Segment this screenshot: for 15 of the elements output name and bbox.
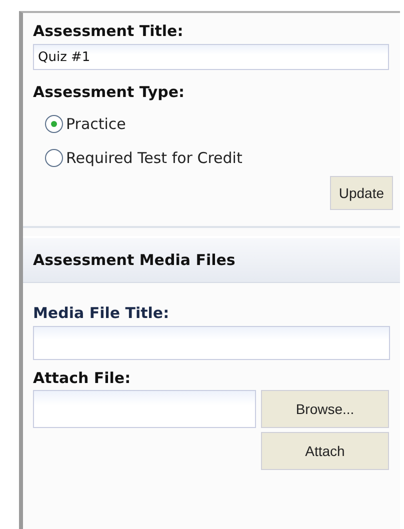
radio-button[interactable] <box>45 149 63 167</box>
title-field[interactable]: Quiz #1 <box>33 44 389 70</box>
file-path-field[interactable] <box>33 390 256 428</box>
radio-button[interactable] <box>45 115 63 133</box>
field-label: Attach File: <box>33 368 132 388</box>
field-label: Assessment Type: <box>33 82 186 102</box>
section-header: Assessment Media Files <box>23 236 400 283</box>
media-title-field[interactable] <box>33 326 390 360</box>
radio-label: Practice <box>66 115 126 133</box>
browse-button[interactable]: Browse... <box>261 390 389 428</box>
attach-button[interactable]: Attach <box>261 432 389 470</box>
update-button[interactable]: Update <box>330 176 393 210</box>
radio-label: Required Test for Credit <box>66 149 242 167</box>
field-label: Assessment Title: <box>33 21 184 41</box>
field-label: Media File Title: <box>33 303 170 323</box>
